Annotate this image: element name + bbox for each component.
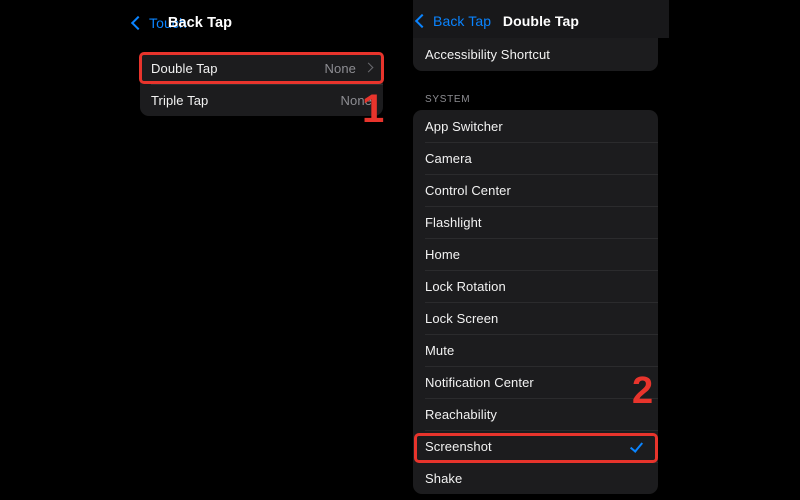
checkmark-icon [631, 440, 644, 453]
list-item-accessibility-shortcut[interactable]: Accessibility Shortcut [413, 38, 658, 71]
page-title: Back Tap [167, 15, 233, 31]
annotation-step-number-2: 2 [632, 370, 654, 412]
list-item-label: Double Tap [151, 60, 218, 76]
back-tap-settings-panel: Touch Back Tap Double Tap None Triple Ta… [0, 0, 400, 500]
list-item-label: Mute [425, 342, 455, 358]
list-item-label: Notification Center [425, 374, 534, 390]
list-item-label: Accessibility Shortcut [425, 47, 551, 62]
list-item-lock-screen[interactable]: Lock Screen [413, 302, 658, 334]
chevron-right-icon [363, 62, 374, 73]
back-tap-options-card: Double Tap None Triple Tap None [140, 52, 383, 116]
list-item-label: Shake [425, 470, 463, 486]
list-item-label: App Switcher [425, 118, 503, 134]
list-item-value: None [324, 60, 356, 76]
list-item-lock-rotation[interactable]: Lock Rotation [413, 270, 658, 302]
list-item-label: Home [425, 246, 461, 262]
list-item-reachability[interactable]: Reachability [413, 398, 658, 430]
list-item-screenshot[interactable]: Screenshot [413, 430, 658, 462]
list-item-label: Reachability [425, 406, 498, 422]
list-item-label: Control Center [425, 182, 511, 198]
list-item-label: Lock Screen [425, 310, 499, 326]
list-item-label: Flashlight [425, 214, 482, 230]
list-item-app-switcher[interactable]: App Switcher [413, 110, 658, 142]
left-navigation-bar: Touch Back Tap [0, 0, 400, 46]
list-item-mute[interactable]: Mute [413, 334, 658, 366]
list-item-control-center[interactable]: Control Center [413, 174, 658, 206]
right-navigation-bar: Back Tap Double Tap [413, 0, 669, 38]
double-tap-settings-panel: Back Tap Double Tap Accessibility Shortc… [413, 0, 669, 500]
list-item-shake[interactable]: Shake [413, 462, 658, 494]
list-item-camera[interactable]: Camera [413, 142, 658, 174]
list-item-double-tap[interactable]: Double Tap None [140, 52, 383, 84]
annotation-step-number-1: 1 [362, 87, 385, 131]
list-item-label: Triple Tap [151, 92, 209, 108]
list-item-notification-center[interactable]: Notification Center [413, 366, 658, 398]
list-item-label: Lock Rotation [425, 278, 506, 294]
section-header-system: SYSTEM [425, 94, 471, 105]
system-actions-card: App Switcher Camera Control Center Flash… [413, 110, 658, 494]
page-title: Double Tap [502, 13, 580, 29]
list-item-label: Screenshot [425, 438, 492, 454]
list-item-triple-tap[interactable]: Triple Tap None [140, 84, 383, 116]
list-item-label: Camera [425, 150, 472, 166]
list-item-flashlight[interactable]: Flashlight [413, 206, 658, 238]
list-item-home[interactable]: Home [413, 238, 658, 270]
